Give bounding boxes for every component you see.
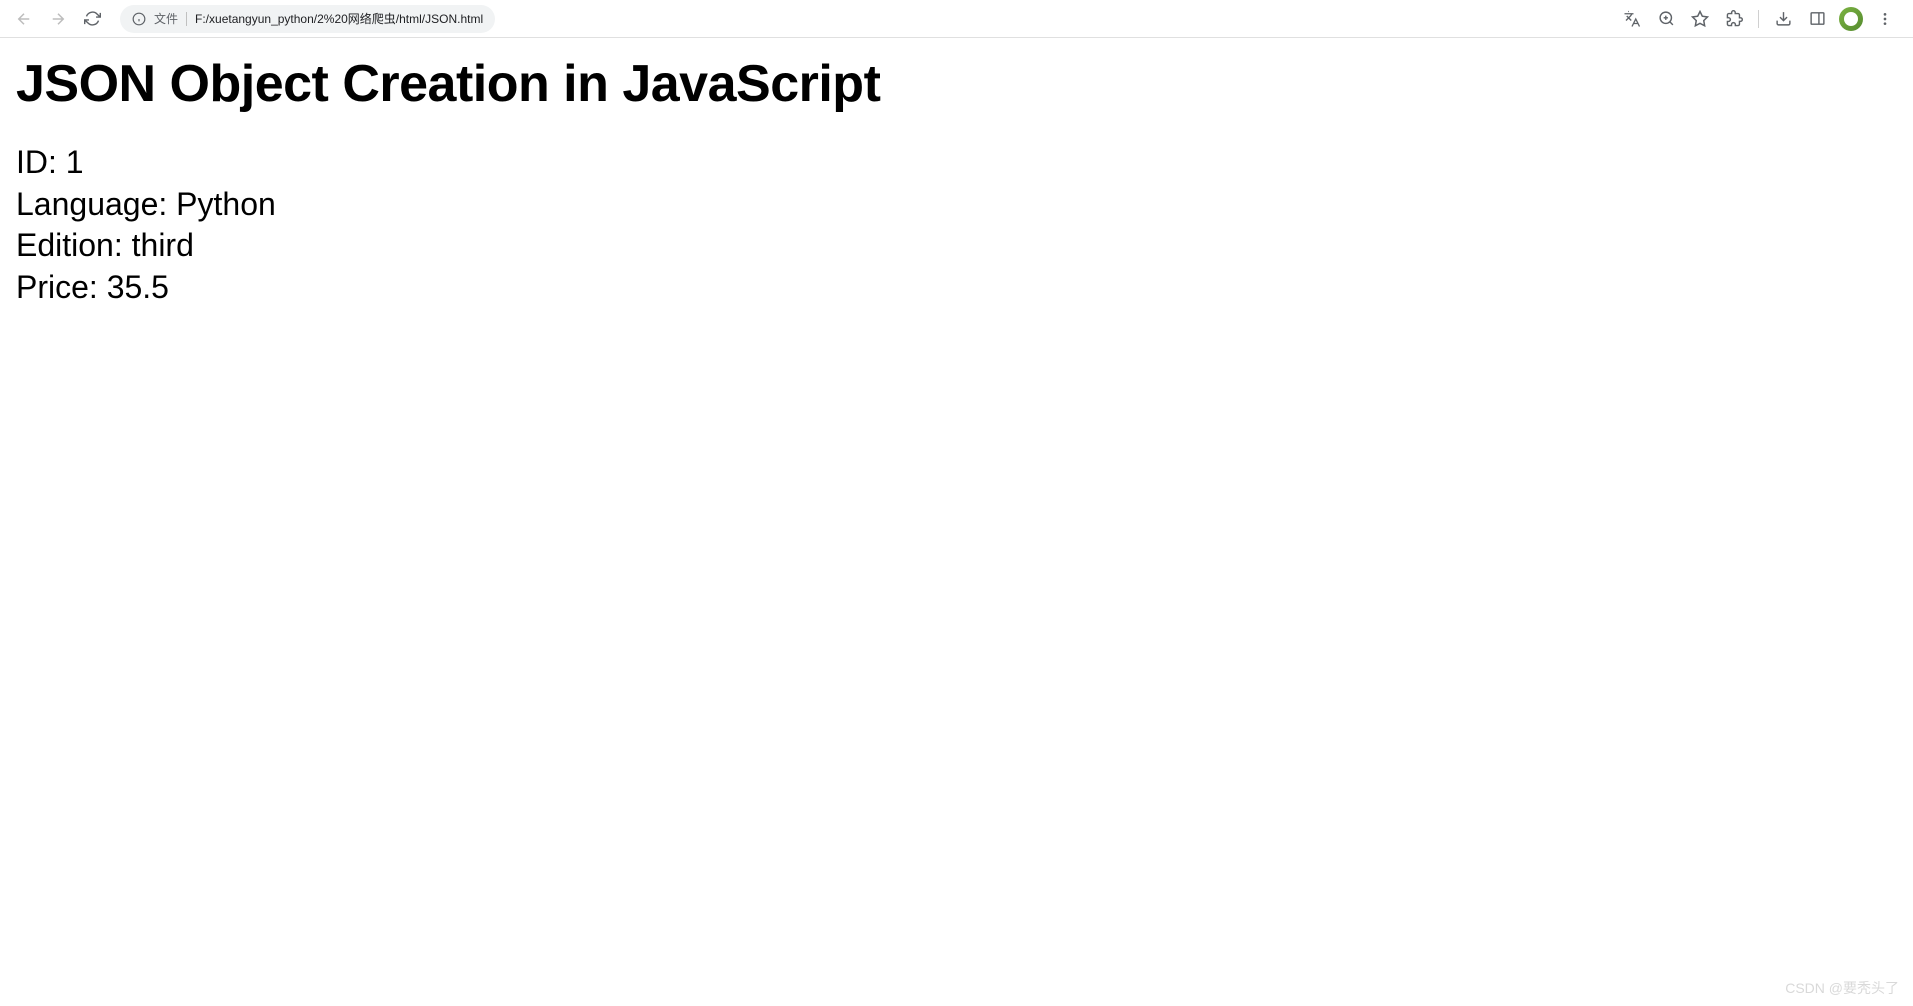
page-title: JSON Object Creation in JavaScript [16, 54, 1897, 114]
info-icon [132, 12, 146, 26]
menu-dots-icon[interactable] [1871, 5, 1899, 33]
profile-avatar[interactable] [1837, 5, 1865, 33]
translate-icon[interactable] [1618, 5, 1646, 33]
address-separator [186, 12, 187, 26]
page-content: JSON Object Creation in JavaScript ID: 1… [0, 38, 1913, 324]
toolbar-divider [1758, 10, 1759, 28]
zoom-icon[interactable] [1652, 5, 1680, 33]
line-edition: Edition: third [16, 225, 1897, 267]
address-bar[interactable]: 文件 F:/xuetangyun_python/2%20网络爬虫/html/JS… [120, 5, 495, 33]
watermark: CSDN @要秃头了 [1785, 978, 1899, 998]
file-label: 文件 [154, 10, 178, 27]
line-id: ID: 1 [16, 142, 1897, 184]
back-button[interactable] [10, 5, 38, 33]
forward-button[interactable] [44, 5, 72, 33]
reload-button[interactable] [78, 5, 106, 33]
line-language: Language: Python [16, 184, 1897, 226]
line-price: Price: 35.5 [16, 267, 1897, 309]
url-text: F:/xuetangyun_python/2%20网络爬虫/html/JSON.… [195, 10, 483, 27]
content-block: ID: 1 Language: Python Edition: third Pr… [16, 142, 1897, 308]
bookmark-star-icon[interactable] [1686, 5, 1714, 33]
download-icon[interactable] [1769, 5, 1797, 33]
browser-toolbar: 文件 F:/xuetangyun_python/2%20网络爬虫/html/JS… [0, 0, 1913, 38]
extensions-icon[interactable] [1720, 5, 1748, 33]
side-panel-icon[interactable] [1803, 5, 1831, 33]
toolbar-right [1618, 5, 1903, 33]
